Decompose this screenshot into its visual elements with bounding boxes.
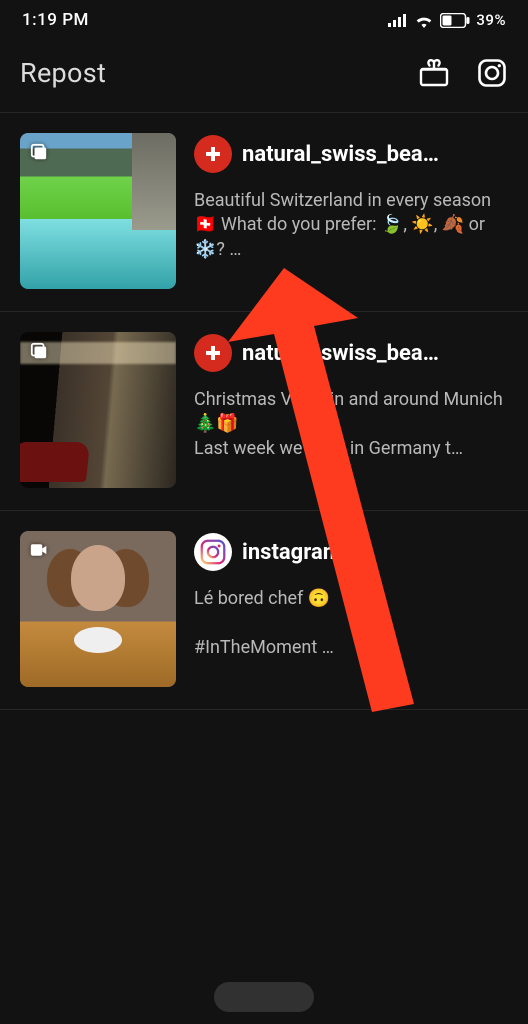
post-meta: instagram Lé bored chef 🙃 #InTheMoment … xyxy=(194,531,510,687)
avatar xyxy=(194,135,232,173)
username: natural_swiss_bea… xyxy=(242,142,439,167)
post-list: natural_swiss_bea… Beautiful Switzerland… xyxy=(0,112,528,710)
signal-icon xyxy=(388,13,408,27)
battery-icon xyxy=(440,13,470,28)
instagram-icon xyxy=(477,58,507,88)
post-caption: Christmas Vibes in and around Munich 🎄🎁 … xyxy=(194,388,510,461)
page-title: Repost xyxy=(20,57,106,89)
status-bar: 1:19 PM 39% xyxy=(0,0,528,40)
post-thumbnail[interactable] xyxy=(20,332,176,488)
carousel-icon xyxy=(30,143,48,161)
status-time: 1:19 PM xyxy=(22,10,89,30)
status-indicators: 39% xyxy=(388,11,506,29)
instagram-button[interactable] xyxy=(476,57,508,89)
username: natural_swiss_bea… xyxy=(242,341,439,366)
post-user-row[interactable]: natural_swiss_bea… xyxy=(194,334,510,372)
app-bar-actions xyxy=(418,57,508,89)
avatar xyxy=(194,533,232,571)
post-thumbnail[interactable] xyxy=(20,133,176,289)
post-caption: Lé bored chef 🙃 #InTheMoment … xyxy=(194,587,510,660)
post-meta: natural_swiss_bea… Christmas Vibes in an… xyxy=(194,332,510,488)
carousel-icon xyxy=(30,342,48,360)
post-user-row[interactable]: natural_swiss_bea… xyxy=(194,135,510,173)
post-item[interactable]: natural_swiss_bea… Christmas Vibes in an… xyxy=(0,312,528,511)
post-thumbnail[interactable] xyxy=(20,531,176,687)
post-item[interactable]: instagram Lé bored chef 🙃 #InTheMoment … xyxy=(0,511,528,710)
post-meta: natural_swiss_bea… Beautiful Switzerland… xyxy=(194,133,510,289)
gift-button[interactable] xyxy=(418,57,450,89)
home-indicator[interactable] xyxy=(214,982,314,1012)
post-caption: Beautiful Switzerland in every season 🇨🇭… xyxy=(194,189,510,262)
gift-icon xyxy=(419,59,449,87)
avatar xyxy=(194,334,232,372)
post-user-row[interactable]: instagram xyxy=(194,533,510,571)
post-item[interactable]: natural_swiss_bea… Beautiful Switzerland… xyxy=(0,113,528,312)
app-bar: Repost xyxy=(0,40,528,112)
battery-percent: 39% xyxy=(476,11,506,29)
username: instagram xyxy=(242,540,342,565)
wifi-icon xyxy=(414,13,434,28)
video-icon xyxy=(30,541,48,559)
